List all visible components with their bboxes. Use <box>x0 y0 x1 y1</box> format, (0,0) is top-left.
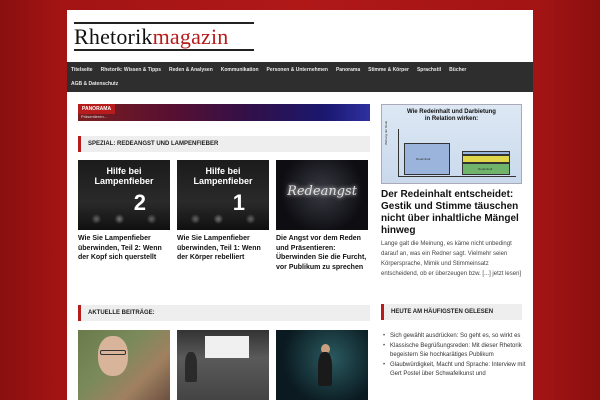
spezial-heading: SPEZIAL: REDEANGST UND LAMPENFIEBER <box>78 136 370 152</box>
chart-image-title: Wie Redeinhalt und Darbietung in Relatio… <box>382 109 521 123</box>
site-logo[interactable]: Rhetorikmagazin <box>74 24 229 50</box>
nav-row-1: Titelseite Rhetorik: Wissen & Tipps Rede… <box>67 66 470 74</box>
nav-item-sprachstil[interactable]: Sprachstil <box>413 66 445 74</box>
article-photo-1[interactable] <box>78 330 170 400</box>
logo-rule-bottom <box>74 49 254 51</box>
nav-item-titelseite[interactable]: Titelseite <box>67 66 97 74</box>
most-read-list: Sich gewählt ausdrücken: So geht es, so … <box>381 332 527 380</box>
portrait-glasses <box>100 350 126 355</box>
portrait-face <box>98 336 128 376</box>
chart-bar2-label: Redeinhalt <box>478 167 493 171</box>
article-photo-2[interactable] <box>177 330 269 400</box>
card-title-lampenfieber-1[interactable]: Wie Sie Lampenfieber überwinden, Teil 1:… <box>177 234 269 263</box>
presentation-screen <box>205 336 249 358</box>
thumb-title-line2: Lampenfieber <box>94 176 154 186</box>
chart-x-axis <box>398 176 516 177</box>
thumb-number: 1 <box>232 190 245 215</box>
article-photo-3[interactable] <box>276 330 368 400</box>
site-header: Rhetorikmagazin <box>67 10 533 62</box>
speaker-silhouette <box>318 352 332 386</box>
chart-bar-yellow <box>462 155 510 163</box>
nav-item-buecher[interactable]: Bücher <box>445 66 470 74</box>
chart-y-label: Wirkung der Rede <box>384 120 388 145</box>
thumb-word: Redeangst <box>287 184 357 199</box>
nav-item-panorama[interactable]: Panorama <box>332 66 364 74</box>
thumb-title-line2: Lampenfieber <box>193 176 253 186</box>
feature-chart-image[interactable]: Wie Redeinhalt und Darbietung in Relatio… <box>381 104 522 184</box>
chart-bar1-label: Redeinhalt <box>416 157 431 161</box>
list-item[interactable]: Sich gewählt ausdrücken: So geht es, so … <box>381 332 527 342</box>
chart-y-axis <box>398 129 399 177</box>
feature-excerpt: Lange galt die Meinung, es käme nicht un… <box>381 241 522 277</box>
nav-item-kommunikation[interactable]: Kommunikation <box>217 66 263 74</box>
feature-title[interactable]: Der Redeinhalt entscheidet: Gestik und S… <box>381 189 527 237</box>
logo-part-rhetorik: Rhetorik <box>74 24 153 49</box>
chart-title-line2: in Relation wirken: <box>424 116 479 122</box>
aktuelle-heading: AKTUELLE BEITRÄGE: <box>78 305 370 321</box>
logo-part-magazin: magazin <box>152 24 229 49</box>
main-navigation: Titelseite Rhetorik: Wissen & Tipps Rede… <box>67 62 533 92</box>
banner-subtitle: Präsentieren... <box>81 114 108 119</box>
speaker-silhouette <box>185 352 197 382</box>
card-title-lampenfieber-2[interactable]: Wie Sie Lampenfieber überwinden, Teil 2:… <box>78 234 170 263</box>
nav-item-reden-analysen[interactable]: Reden & Analysen <box>165 66 217 74</box>
stage-lights-image <box>78 214 170 224</box>
nav-item-personen[interactable]: Personen & Unternehmen <box>263 66 332 74</box>
card-thumb-redeangst[interactable]: Redeangst <box>276 160 368 230</box>
thumb-title-line1: Hilfe bei <box>106 166 142 176</box>
banner-label: PANORAMA <box>78 104 116 114</box>
nav-row-2: AGB & Datenschutz <box>67 80 122 88</box>
panorama-banner[interactable]: PANORAMA Präsentieren... <box>78 104 370 121</box>
card-title-redeangst[interactable]: Die Angst vor dem Reden und Präsentieren… <box>276 234 370 272</box>
thumb-title-line1: Hilfe bei <box>205 166 241 176</box>
thumb-number: 2 <box>133 190 146 215</box>
nav-item-agb-datenschutz[interactable]: AGB & Datenschutz <box>67 80 122 88</box>
most-read-heading: HEUTE AM HÄUFIGSTEN GELESEN <box>381 304 522 320</box>
page-container: Rhetorikmagazin Titelseite Rhetorik: Wis… <box>67 10 533 400</box>
nav-item-stimme-koerper[interactable]: Stimme & Körper <box>364 66 413 74</box>
list-item[interactable]: Klassische Begrüßungsreden: Mit dieser R… <box>381 342 527 361</box>
nav-item-rhetorik-wissen[interactable]: Rhetorik: Wissen & Tipps <box>97 66 165 74</box>
card-thumb-lampenfieber-1[interactable]: Hilfe bei Lampenfieber 1 <box>177 160 269 230</box>
stage-lights-image <box>177 214 269 224</box>
chart-title-line1: Wie Redeinhalt und Darbietung <box>407 109 496 115</box>
card-thumb-lampenfieber-2[interactable]: Hilfe bei Lampenfieber 2 <box>78 160 170 230</box>
list-item[interactable]: Glaubwürdigkeit, Macht und Sprache: Inte… <box>381 361 527 380</box>
